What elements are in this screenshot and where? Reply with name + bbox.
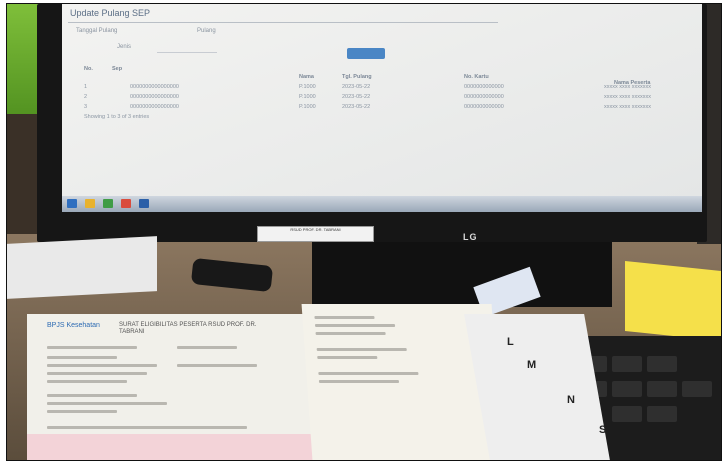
excel-icon[interactable] <box>103 199 113 208</box>
folder-icon[interactable] <box>85 199 95 208</box>
table-row[interactable]: 3 0000000000000000 P.1000 2023-05-22 000… <box>84 104 684 112</box>
search-button[interactable] <box>347 48 385 59</box>
index-tab: M <box>527 359 537 371</box>
pink-slip <box>27 434 317 460</box>
col-nama: Nama <box>299 74 314 80</box>
col-sep: Sep <box>112 66 123 72</box>
start-icon[interactable] <box>67 199 77 208</box>
monitor-logo: LG <box>463 232 478 242</box>
index-tab: S <box>599 424 607 436</box>
table-footer: Showing 1 to 3 of 3 entries <box>84 114 150 120</box>
screen-filter-b[interactable]: Pulang <box>197 28 216 34</box>
bpjs-logo: BPJS Kesehatan <box>47 322 100 329</box>
screen-title: Update Pulang SEP <box>70 8 151 18</box>
screen-filter-a[interactable]: Tanggal Pulang <box>76 28 117 34</box>
screen-divider <box>68 22 498 23</box>
screen-label: Jenis <box>117 44 132 50</box>
browser-icon[interactable] <box>121 199 131 208</box>
monitor-stand <box>312 242 612 307</box>
word-icon[interactable] <box>139 199 149 208</box>
monitor-sticker: RSUD PROF. DR. TABRANI <box>257 226 374 242</box>
col-no: No. <box>84 66 93 72</box>
col-kartu: No. Kartu <box>464 74 489 80</box>
table-header: No. Sep Nama Tgl. Pulang No. Kartu Nama … <box>84 66 684 86</box>
table-row[interactable]: 2 0000000000000000 P.1000 2023-05-22 000… <box>84 94 684 102</box>
file-folder <box>464 314 610 460</box>
desk-phone <box>7 236 157 299</box>
table-row[interactable]: 1 0000000000000000 P.1000 2023-05-22 000… <box>84 84 684 92</box>
screen-select[interactable] <box>157 42 217 53</box>
index-tab: N <box>567 394 575 406</box>
taskbar <box>62 196 702 212</box>
index-tab: L <box>507 336 514 348</box>
photo-frame: Update Pulang SEP Tanggal Pulang Pulang … <box>6 3 722 461</box>
letter-heading: SURAT ELIGIBILITAS PESERTA RSUD PROF. DR… <box>119 322 257 335</box>
sticky-notes <box>625 260 721 342</box>
col-tgl: Tgl. Pulang <box>342 74 372 80</box>
monitor-screen: Update Pulang SEP Tanggal Pulang Pulang … <box>62 4 702 204</box>
